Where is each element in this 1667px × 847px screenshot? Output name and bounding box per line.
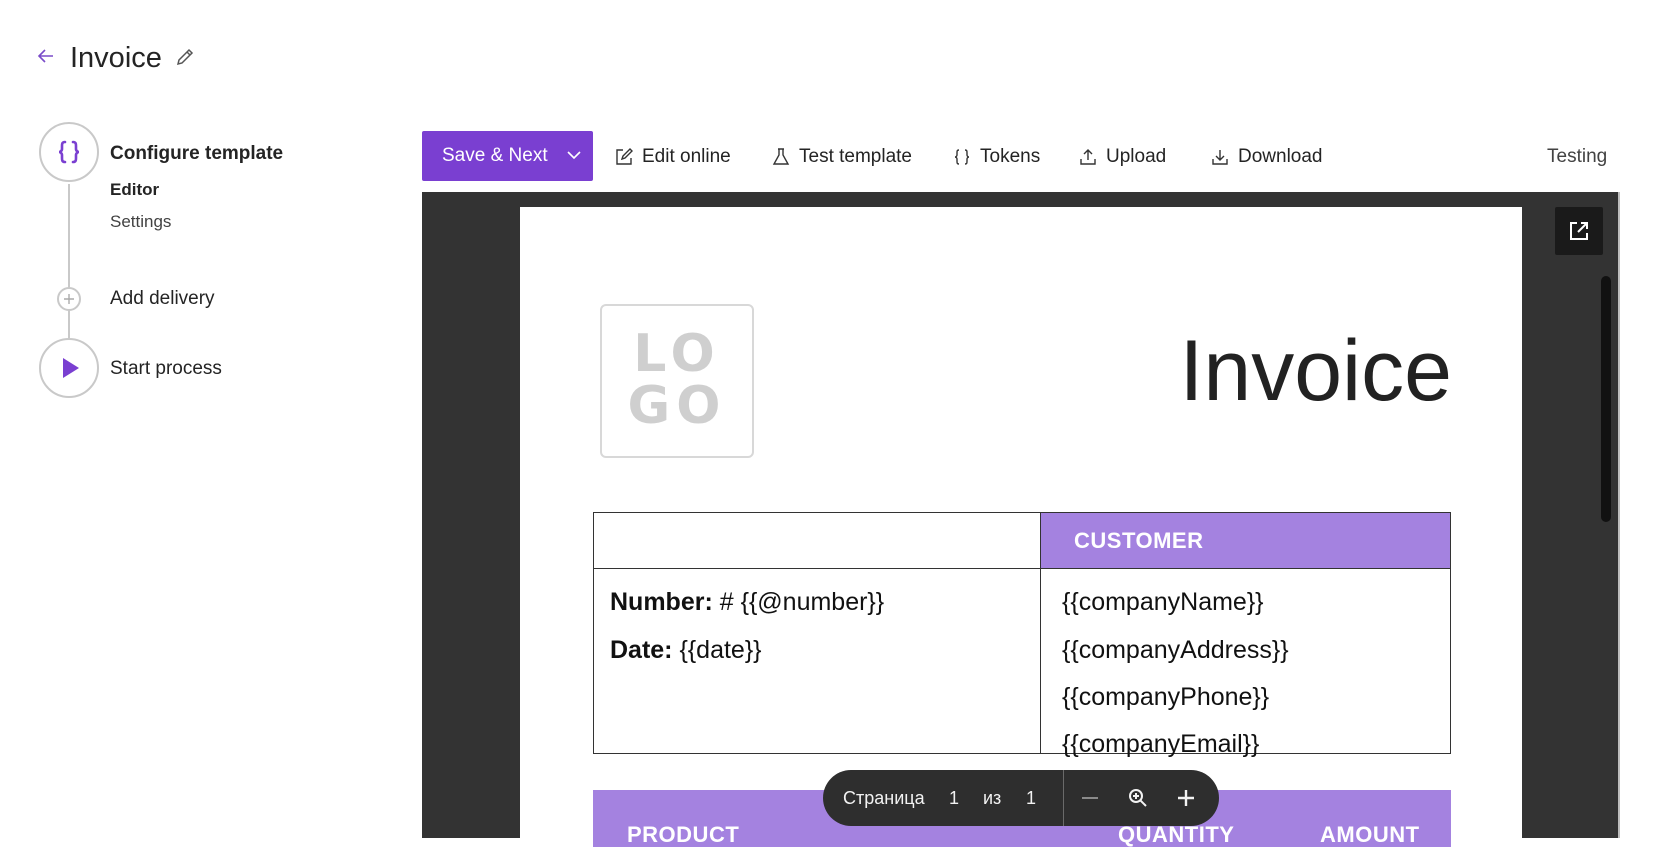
- edit-online-button[interactable]: Edit online: [614, 143, 731, 171]
- invoice-title: Invoice: [1179, 323, 1453, 419]
- pager-divider: [1063, 770, 1064, 826]
- customer-header: CUSTOMER: [1041, 513, 1450, 568]
- download-icon: [1212, 150, 1228, 165]
- step-sub-settings[interactable]: Settings: [110, 212, 171, 232]
- open-external-icon: [1570, 222, 1588, 240]
- tokens-label: Tokens: [980, 146, 1041, 167]
- play-icon: [63, 358, 79, 378]
- save-next-label: Save & Next: [442, 145, 548, 166]
- tokens-button[interactable]: Tokens: [952, 143, 1040, 171]
- customer-line: {{companyPhone}}: [1062, 683, 1270, 711]
- logo-placeholder: LO GO: [600, 304, 754, 458]
- invoice-info-table: CUSTOMER Number: # {{@number}} Date: {{d…: [593, 512, 1451, 758]
- step-start-process-label[interactable]: Start process: [110, 356, 222, 382]
- document-page: LO GO Invoice CUSTOMER Number: # {{@numb…: [520, 207, 1522, 847]
- current-page[interactable]: 1: [949, 786, 959, 810]
- flask-icon: [772, 148, 790, 165]
- add-step-icon[interactable]: [57, 287, 81, 311]
- customer-line: {{companyName}}: [1062, 588, 1264, 616]
- edit-icon: [616, 148, 633, 165]
- customer-line: {{companyEmail}}: [1062, 730, 1260, 758]
- date-label: Date:: [610, 636, 673, 664]
- step-configure-template-circle[interactable]: [39, 122, 99, 182]
- save-next-button[interactable]: Save & Next: [422, 131, 593, 181]
- back-arrow-icon[interactable]: [36, 46, 56, 66]
- testing-link[interactable]: Testing: [1547, 143, 1607, 171]
- edit-title-icon[interactable]: [174, 46, 196, 68]
- number-value: # {{@number}}: [712, 588, 885, 616]
- download-button[interactable]: Download: [1210, 143, 1323, 171]
- upload-label: Upload: [1106, 146, 1167, 167]
- column-header-product: PRODUCT: [627, 822, 740, 847]
- stepper-line: [68, 184, 70, 340]
- zoom-icon[interactable]: [1126, 786, 1150, 810]
- step-sub-editor[interactable]: Editor: [110, 180, 159, 200]
- table-divider: [594, 568, 1450, 569]
- test-template-button[interactable]: Test template: [771, 143, 912, 171]
- total-pages: 1: [1026, 788, 1037, 808]
- braces-icon: [954, 149, 970, 165]
- download-label: Download: [1238, 146, 1323, 167]
- upload-icon: [1080, 149, 1096, 165]
- test-template-label: Test template: [799, 146, 912, 167]
- upload-button[interactable]: Upload: [1078, 143, 1166, 171]
- page-navigation: Страница 1 из 1: [823, 770, 1219, 826]
- date-value: {{date}}: [672, 636, 762, 664]
- step-add-delivery-label[interactable]: Add delivery: [110, 286, 215, 312]
- zoom-in-icon[interactable]: [1174, 786, 1198, 810]
- number-label: Number:: [610, 588, 713, 616]
- zoom-out-icon[interactable]: [1078, 786, 1102, 810]
- number-line: Number: # {{@number}}: [610, 585, 884, 619]
- step-start-process-circle[interactable]: [39, 338, 99, 398]
- step-configure-template-label[interactable]: Configure template: [110, 141, 283, 167]
- date-line: Date: {{date}}: [610, 633, 762, 667]
- braces-icon: [58, 140, 80, 164]
- chevron-down-icon[interactable]: [565, 146, 583, 164]
- page-title: Invoice: [70, 42, 162, 74]
- column-header-amount: AMOUNT: [1320, 822, 1420, 847]
- page-label: Страница: [843, 788, 925, 808]
- edit-online-label: Edit online: [642, 146, 731, 167]
- open-external-button[interactable]: [1555, 207, 1603, 255]
- logo-text: LO GO: [627, 324, 727, 436]
- viewer-border: [1618, 192, 1620, 838]
- customer-line: {{companyAddress}}: [1062, 636, 1289, 664]
- of-label: из: [983, 788, 1002, 808]
- viewer-scrollbar[interactable]: [1601, 276, 1611, 522]
